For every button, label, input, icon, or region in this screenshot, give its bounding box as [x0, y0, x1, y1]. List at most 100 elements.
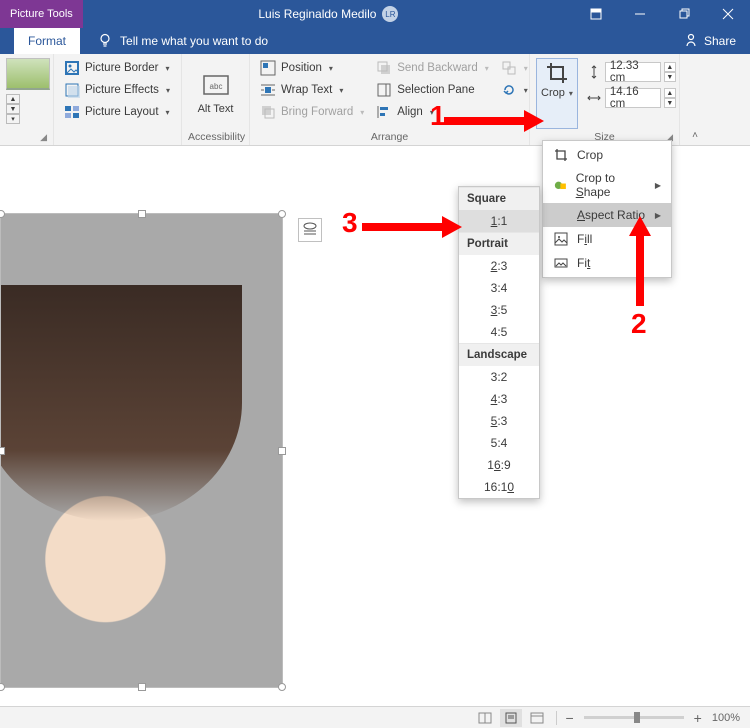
menu-item-fill-label: Fill: [577, 232, 592, 246]
group-label-adjust: ◢: [6, 141, 47, 143]
ar-item-3-5[interactable]: 3:5: [459, 299, 539, 321]
zoom-slider[interactable]: [584, 716, 684, 719]
send-backward-button: Send Backward▾: [372, 58, 493, 78]
selected-picture[interactable]: [0, 213, 283, 688]
tell-me-search[interactable]: Tell me what you want to do: [80, 28, 268, 54]
share-button[interactable]: Share: [684, 28, 750, 54]
chevron-down-icon: ▾: [485, 64, 489, 73]
ar-item-2-3[interactable]: 2:3: [459, 255, 539, 277]
group-icon: [501, 60, 517, 76]
send-backward-icon: [376, 60, 392, 76]
chevron-down-icon: ▾: [569, 89, 573, 98]
layout-options-button[interactable]: [298, 218, 322, 242]
picture-effects-button[interactable]: Picture Effects▾: [60, 80, 174, 100]
chevron-down-icon: ▾: [166, 86, 170, 95]
group-size: Crop▾ 12.33 cm ▲▼ 14.16 cm ▲▼ Size◢: [530, 54, 680, 145]
height-icon: [586, 64, 602, 80]
alt-text-button[interactable]: abc Alt Text: [196, 58, 236, 129]
picture-layout-button[interactable]: Picture Layout▾: [60, 102, 174, 122]
width-down[interactable]: ▼: [664, 98, 676, 108]
zoom-out[interactable]: −: [565, 710, 573, 726]
window-controls: [574, 0, 750, 28]
picture-effects-icon: [64, 82, 80, 98]
resize-handle[interactable]: [278, 210, 286, 218]
wrap-text-button[interactable]: Wrap Text▾: [256, 80, 368, 100]
selection-pane-button[interactable]: Selection Pane: [372, 80, 493, 100]
resize-handle[interactable]: [278, 683, 286, 691]
resize-handle[interactable]: [278, 447, 286, 455]
width-up[interactable]: ▲: [664, 88, 676, 98]
user-avatar[interactable]: LR: [382, 6, 398, 22]
ar-item-4-3[interactable]: 4:3: [459, 388, 539, 410]
dialog-launcher-styles[interactable]: ◢: [40, 132, 47, 143]
annotation-arrow-1: [444, 106, 544, 136]
view-read-mode[interactable]: [474, 709, 496, 727]
ar-item-4-5[interactable]: 4:5: [459, 321, 539, 343]
view-print-layout[interactable]: [500, 709, 522, 727]
share-icon: [684, 33, 698, 50]
tab-format[interactable]: Format: [14, 28, 80, 54]
contextual-tab-picture-tools: Picture Tools: [0, 0, 83, 28]
menu-item-fit-label: Fit: [577, 256, 590, 270]
group-label-styles: [60, 141, 175, 143]
ar-item-16-10[interactable]: 16:10: [459, 476, 539, 498]
chevron-down-icon: ▾: [339, 86, 343, 95]
width-field[interactable]: 14.16 cm ▲▼: [586, 88, 676, 108]
restore-button[interactable]: [662, 0, 706, 28]
view-web-layout[interactable]: [526, 709, 548, 727]
zoom-percent[interactable]: 100%: [712, 712, 740, 724]
close-button[interactable]: [706, 0, 750, 28]
picture-layout-icon: [64, 104, 80, 120]
resize-handle[interactable]: [138, 210, 146, 218]
ribbon: ▲ ▼ ▾ ◢ Picture Border▾ Picture Effects▾…: [0, 54, 750, 146]
ar-item-3-4[interactable]: 3:4: [459, 277, 539, 299]
zoom-thumb[interactable]: [634, 712, 640, 723]
chevron-down-icon: ▾: [524, 86, 528, 95]
ribbon-display-options[interactable]: [574, 0, 618, 28]
height-field[interactable]: 12.33 cm ▲▼: [586, 62, 676, 82]
group-button: ▾: [497, 58, 532, 78]
ar-item-3-2[interactable]: 3:2: [459, 366, 539, 388]
ar-item-16-9[interactable]: 16:9: [459, 454, 539, 476]
blank-icon: [553, 207, 569, 223]
alt-text-icon: abc: [201, 71, 231, 101]
menu-item-crop-to-shape-label: Crop to Shape: [576, 171, 647, 199]
aspect-ratio-menu: Square 1:1 Portrait 2:3 3:4 3:5 4:5 Land…: [458, 186, 540, 499]
resize-handle[interactable]: [138, 683, 146, 691]
minimize-button[interactable]: [618, 0, 662, 28]
height-down[interactable]: ▼: [664, 72, 676, 82]
crop-icon: [553, 147, 569, 163]
menu-item-crop[interactable]: Crop: [543, 143, 671, 167]
chevron-down-icon: ▾: [524, 64, 528, 73]
picture-border-button[interactable]: Picture Border▾: [60, 58, 174, 78]
crop-icon: [545, 61, 569, 85]
gallery-down[interactable]: ▼: [6, 104, 20, 114]
group-picture-styles: Picture Border▾ Picture Effects▾ Picture…: [54, 54, 182, 145]
gallery-more[interactable]: ▾: [6, 114, 20, 124]
chevron-down-icon: ▾: [166, 108, 170, 117]
tell-me-placeholder: Tell me what you want to do: [120, 34, 268, 48]
group-adjust: ▲ ▼ ▾ ◢: [0, 54, 54, 145]
zoom-in[interactable]: +: [694, 710, 702, 726]
fit-icon: [553, 255, 569, 271]
height-up[interactable]: ▲: [664, 62, 676, 72]
ribbon-collapse-button[interactable]: ˄: [680, 54, 710, 145]
ar-item-5-4[interactable]: 5:4: [459, 432, 539, 454]
rotate-button[interactable]: ▾: [497, 80, 532, 100]
menu-item-crop-to-shape[interactable]: Crop to Shape ▶: [543, 167, 671, 203]
ar-item-1-1[interactable]: 1:1: [459, 210, 539, 232]
annotation-arrow-3: [362, 212, 462, 242]
height-value: 12.33 cm: [610, 60, 656, 84]
crop-shape-icon: [553, 177, 568, 193]
resize-handle[interactable]: [0, 447, 5, 455]
position-button[interactable]: Position▾: [256, 58, 368, 78]
picture-border-label: Picture Border: [85, 62, 159, 74]
bring-forward-label: Bring Forward: [281, 106, 353, 118]
annotation-number-1: 1: [430, 100, 446, 132]
fill-icon: [553, 231, 569, 247]
gallery-up[interactable]: ▲: [6, 94, 20, 104]
bring-forward-icon: [260, 104, 276, 120]
picture-style-thumb[interactable]: [6, 58, 50, 90]
ar-item-5-3[interactable]: 5:3: [459, 410, 539, 432]
svg-text:abc: abc: [209, 82, 222, 91]
